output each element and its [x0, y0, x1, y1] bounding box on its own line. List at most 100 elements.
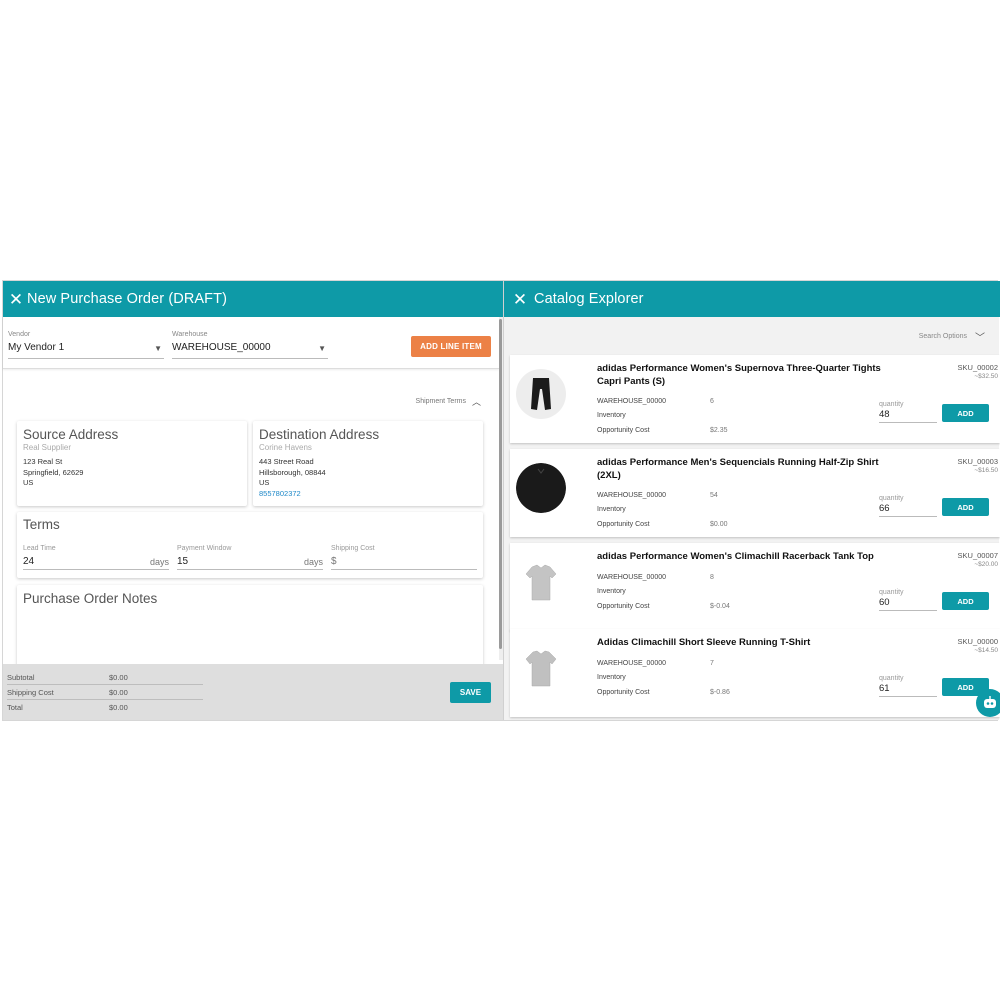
product-opp-label: Opportunity Cost	[597, 603, 650, 610]
product-card: Adidas Climachill Short Sleeve Running T…	[510, 629, 1000, 717]
quantity-field[interactable]: quantity 48	[879, 401, 937, 423]
subtotal-row: Subtotal $0.00	[7, 670, 203, 685]
payment-window-input[interactable]: 15 days	[177, 554, 323, 570]
source-city: Springfield, 62629	[23, 467, 84, 477]
terms-card: Terms Lead Time 24 days Payment Window 1…	[17, 512, 483, 578]
assistant-icon[interactable]	[976, 689, 1000, 717]
vendor-value[interactable]: My Vendor 1 ▼	[8, 342, 164, 359]
product-opp-value: $2.35	[710, 427, 728, 434]
quantity-field[interactable]: quantity 60	[879, 589, 937, 611]
product-sku: SKU_00007	[957, 551, 998, 560]
product-opp-label: Opportunity Cost	[597, 521, 650, 528]
quantity-input[interactable]: 60	[879, 597, 937, 611]
source-street: 123 Real St	[23, 457, 63, 466]
product-opp-value: $-0.04	[710, 603, 730, 610]
save-button[interactable]: SAVE	[450, 682, 491, 703]
quantity-field[interactable]: quantity 61	[879, 675, 937, 697]
total-row: Total $0.00	[7, 700, 203, 715]
quantity-input[interactable]: 48	[879, 409, 937, 423]
payment-window-unit: days	[303, 557, 323, 567]
source-address-card: Source Address Real Supplier 123 Real St…	[17, 421, 247, 506]
quantity-label: quantity	[879, 589, 904, 596]
product-card: adidas Performance Men's Sequencials Run…	[510, 449, 1000, 537]
quantity-label: quantity	[879, 495, 904, 502]
product-sku: SKU_00003	[957, 457, 998, 466]
order-footer: Subtotal $0.00 Shipping Cost $0.00 Total…	[3, 664, 503, 720]
pants-icon	[531, 378, 551, 410]
vendor-select[interactable]: Vendor My Vendor 1 ▼	[8, 331, 164, 359]
scrollbar-thumb[interactable]	[499, 319, 502, 649]
product-warehouse-qty: 7	[710, 660, 714, 667]
shipment-terms-label: Shipment Terms	[415, 398, 466, 405]
catalog-header: ✕ Catalog Explorer	[504, 281, 1000, 317]
product-opp-value: $-0.86	[710, 689, 730, 696]
notes-card[interactable]: Purchase Order Notes	[17, 585, 483, 675]
shipping-value: $0.00	[109, 687, 128, 697]
subtotal-value: $0.00	[109, 672, 128, 682]
quantity-field[interactable]: quantity 66	[879, 495, 937, 517]
app-screen: ✕ New Purchase Order (DRAFT) Vendor My V…	[2, 280, 1000, 721]
product-sku: SKU_00002	[957, 363, 998, 372]
product-inventory-label: Inventory	[597, 588, 626, 595]
destination-city: Hillsborough, 08844	[259, 467, 326, 477]
terms-title: Terms	[23, 517, 60, 532]
shipping-cost-field[interactable]: Shipping Cost $	[331, 545, 477, 570]
shipping-cost-value: $	[331, 556, 337, 567]
payment-window-value: 15	[177, 556, 189, 567]
add-line-item-button[interactable]: ADD LINE ITEM	[411, 336, 491, 357]
order-body: Shipment Terms ︿ Source Address Real Sup…	[3, 379, 499, 675]
robot-icon	[984, 696, 996, 708]
warehouse-value-text: WAREHOUSE_00000	[172, 342, 271, 353]
quantity-input[interactable]: 61	[879, 683, 937, 697]
product-warehouse: WAREHOUSE_00000	[597, 660, 666, 667]
quantity-input[interactable]: 66	[879, 503, 937, 517]
search-options-toggle[interactable]: Search Options ﹀	[919, 329, 985, 344]
search-options-label: Search Options	[918, 333, 967, 340]
lead-time-unit: days	[149, 557, 169, 567]
product-opp-value: $0.00	[710, 521, 728, 528]
lead-time-input[interactable]: 24 days	[23, 554, 169, 570]
quantity-label: quantity	[879, 401, 904, 408]
product-sku: SKU_00000	[957, 637, 998, 646]
destination-phone-link[interactable]: 8557802372	[259, 489, 477, 500]
product-opp-label: Opportunity Cost	[597, 689, 650, 696]
product-warehouse-qty: 8	[710, 574, 714, 581]
source-name: Real Supplier	[23, 443, 72, 452]
product-image-t-shirt	[516, 643, 566, 693]
product-warehouse-qty: 6	[710, 398, 714, 405]
vendor-label: Vendor	[8, 331, 31, 338]
caret-down-icon: ▼	[318, 344, 326, 353]
product-price: ~$20.00	[974, 561, 998, 568]
payment-window-label: Payment Window	[177, 545, 232, 552]
shirt-icon	[516, 463, 566, 513]
payment-window-field[interactable]: Payment Window 15 days	[177, 545, 323, 570]
destination-address-title: Destination Address	[259, 427, 380, 442]
catalog-explorer-panel: ✕ Catalog Explorer Search Options ﹀ adid…	[503, 281, 1000, 720]
warehouse-select[interactable]: Warehouse WAREHOUSE_00000 ▼	[172, 331, 328, 359]
warehouse-label: Warehouse	[172, 331, 208, 338]
product-warehouse: WAREHOUSE_00000	[597, 492, 666, 499]
close-icon[interactable]: ✕	[510, 291, 530, 308]
caret-down-icon: ▼	[154, 344, 162, 353]
close-icon[interactable]: ✕	[6, 291, 26, 308]
lead-time-value: 24	[23, 556, 35, 567]
warehouse-value[interactable]: WAREHOUSE_00000 ▼	[172, 342, 328, 359]
source-country: US	[23, 478, 34, 487]
lead-time-field[interactable]: Lead Time 24 days	[23, 545, 169, 570]
add-button[interactable]: ADD	[942, 404, 989, 422]
product-price: ~$32.50	[974, 373, 998, 380]
chevron-down-icon: ﹀	[975, 333, 985, 344]
product-image-tank-top	[516, 557, 566, 607]
product-warehouse-qty: 54	[710, 492, 718, 499]
product-card: adidas Performance Women's Supernova Thr…	[510, 355, 1000, 443]
add-button[interactable]: ADD	[942, 498, 989, 516]
shipping-cost-label: Shipping Cost	[331, 545, 375, 552]
vendor-value-text: My Vendor 1	[8, 342, 65, 353]
purchase-order-panel: ✕ New Purchase Order (DRAFT) Vendor My V…	[3, 281, 503, 720]
add-button[interactable]: ADD	[942, 592, 989, 610]
shipping-cost-input[interactable]: $	[331, 554, 477, 570]
product-opp-label: Opportunity Cost	[597, 427, 650, 434]
catalog-title: Catalog Explorer	[534, 291, 644, 307]
shipment-terms-toggle[interactable]: Shipment Terms ︿	[416, 395, 481, 408]
tank-top-icon	[525, 564, 557, 601]
